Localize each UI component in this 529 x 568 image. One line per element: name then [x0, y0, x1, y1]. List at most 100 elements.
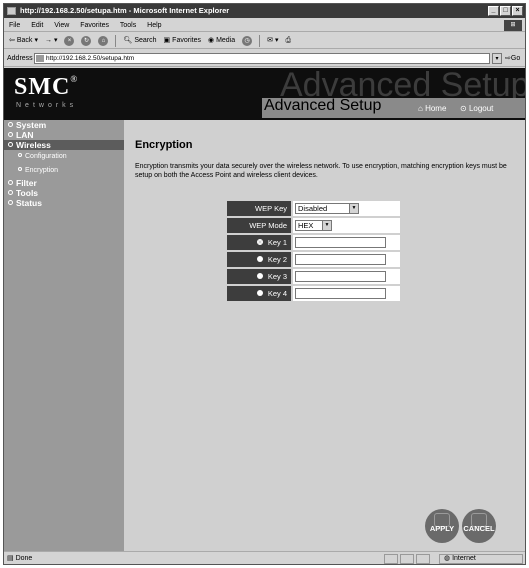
wep-mode-label: WEP Mode [227, 218, 291, 233]
address-dropdown-button[interactable]: ▾ [492, 53, 502, 64]
key-2-input[interactable] [295, 254, 386, 265]
logout-link[interactable]: ⊙ Logout [460, 104, 493, 113]
cancel-button[interactable]: CANCEL [462, 509, 496, 543]
toolbar-separator [115, 34, 117, 47]
menu-tools[interactable]: Tools [120, 22, 136, 29]
search-button[interactable]: 🔍︎ Search [123, 33, 156, 49]
toolbar: ⇦ Back ▾ → ▾ × ↻ ⌂ 🔍︎ Search ▣ Favorites ◉ M… [4, 33, 525, 49]
main-panel: Encryption Encryption transmits your dat… [124, 120, 525, 551]
key-1-radio[interactable] [256, 239, 263, 245]
sidebar-item-tools[interactable]: Tools [4, 188, 124, 198]
menu-edit[interactable]: Edit [31, 22, 43, 29]
go-button[interactable]: ⇨Go [505, 50, 520, 67]
bullet-icon [18, 167, 22, 171]
key-4-radio[interactable] [256, 290, 263, 296]
sidebar-item-label: Wireless [16, 140, 51, 150]
zone-label: Internet [452, 555, 476, 562]
logout-link-label: Logout [468, 104, 494, 113]
key-2-radio[interactable] [256, 256, 263, 262]
key-1-label-cell: Key 1 [227, 235, 291, 250]
status-bar: ▤ Done ◍ Internet [4, 551, 525, 565]
logout-icon: ⊙ [460, 104, 467, 113]
sidebar: System LAN Wireless Configuration Encryp… [4, 120, 124, 551]
bullet-icon [8, 122, 13, 127]
history-icon[interactable]: ◷ [242, 35, 253, 46]
forward-arrow-icon: → [44, 36, 52, 44]
dropdown-arrow-icon: ▼ [322, 221, 331, 230]
status-text: Done [15, 555, 33, 562]
bullet-icon [8, 132, 13, 137]
home-link[interactable]: ⌂ Home [418, 104, 446, 113]
sidebar-subitem-configuration[interactable]: Configuration [4, 150, 124, 164]
page-content: SMC® Networks Advanced Setup Advanced Se… [4, 68, 525, 551]
menu-view[interactable]: View [54, 22, 69, 29]
key-4-input[interactable] [295, 288, 386, 299]
wep-key-select[interactable]: Disabled ▼ [295, 203, 359, 214]
print-button[interactable]: ⎙ [286, 33, 292, 49]
sidebar-item-lan[interactable]: LAN [4, 130, 124, 140]
menu-help[interactable]: Help [147, 22, 161, 29]
address-field[interactable]: http://192.168.2.50/setupa.htm [34, 53, 490, 64]
windows-logo-icon: ⊞ [504, 20, 522, 31]
wep-mode-value: HEX [298, 221, 314, 230]
stop-icon[interactable]: × [64, 35, 75, 46]
maximize-button[interactable]: □ [500, 6, 511, 16]
sidebar-item-label: Status [16, 198, 42, 208]
apply-button[interactable]: APPLY [425, 509, 459, 543]
mail-icon: ✉ [267, 36, 274, 44]
back-label: Back [16, 36, 33, 44]
page-header: SMC® Networks Advanced Setup Advanced Se… [4, 68, 525, 120]
key-1-input[interactable] [295, 237, 386, 248]
minimize-button[interactable]: _ [488, 6, 499, 16]
smc-logo: SMC® [14, 74, 78, 101]
window-title: http://192.168.2.50/setupa.htm - Microso… [20, 6, 230, 15]
key-3-label: Key 3 [267, 272, 287, 281]
header-title: Advanced Setup [264, 97, 382, 114]
media-label: Media [216, 36, 236, 44]
logo-registered-mark: ® [70, 74, 79, 84]
sidebar-subitem-label: Encryption [25, 167, 59, 174]
page-description: Encryption transmits your data securely … [135, 163, 507, 179]
home-link-icon: ⌂ [418, 104, 423, 113]
sidebar-item-label: System [16, 120, 47, 130]
forward-button[interactable]: → ▾ [45, 33, 58, 49]
security-zone: ◍ Internet [439, 554, 523, 564]
sidebar-item-status[interactable]: Status [4, 198, 124, 208]
key-3-radio[interactable] [256, 273, 263, 279]
sidebar-item-wireless[interactable]: Wireless [4, 140, 124, 150]
key-3-input[interactable] [295, 271, 386, 282]
ie-icon [7, 7, 16, 15]
sidebar-item-label: Filter [16, 178, 37, 188]
dropdown-arrow-icon: ▼ [349, 204, 358, 213]
wep-mode-select[interactable]: HEX ▼ [295, 220, 332, 231]
menu-file[interactable]: File [9, 22, 20, 29]
menu-favorites[interactable]: Favorites [80, 22, 109, 29]
refresh-icon[interactable]: ↻ [81, 35, 92, 46]
browser-window: http://192.168.2.50/setupa.htm - Microso… [3, 3, 526, 565]
sidebar-item-filter[interactable]: Filter [4, 178, 124, 188]
sidebar-item-label: Tools [16, 188, 39, 198]
address-url: http://192.168.2.50/setupa.htm [46, 55, 135, 62]
bullet-icon [8, 190, 13, 195]
mail-button[interactable]: ✉ ▾ [267, 33, 278, 49]
go-label: Go [510, 55, 521, 62]
bullet-icon [8, 200, 13, 205]
wep-key-value: Disabled [298, 204, 328, 213]
sidebar-item-system[interactable]: System [4, 120, 124, 130]
wep-key-label: WEP Key [227, 201, 291, 216]
bullet-icon [8, 142, 13, 147]
back-button[interactable]: ⇦ Back ▾ [9, 33, 38, 49]
sidebar-subitem-label: Configuration [25, 153, 67, 160]
sidebar-item-label: LAN [16, 130, 34, 140]
media-button[interactable]: ◉ Media [208, 33, 235, 49]
cancel-label: CANCEL [463, 524, 495, 533]
favorites-button[interactable]: ▣ Favorites [164, 33, 201, 49]
close-button[interactable]: × [512, 6, 523, 16]
apply-label: APPLY [429, 524, 455, 533]
home-icon[interactable]: ⌂ [98, 35, 109, 46]
key-1-label: Key 1 [267, 238, 287, 247]
menu-bar: File Edit View Favorites Tools Help ⊞ [4, 19, 525, 32]
sidebar-subitem-encryption[interactable]: Encryption [4, 164, 124, 178]
search-label: Search [134, 36, 157, 44]
address-bar: Address http://192.168.2.50/setupa.htm ▾… [4, 50, 525, 67]
